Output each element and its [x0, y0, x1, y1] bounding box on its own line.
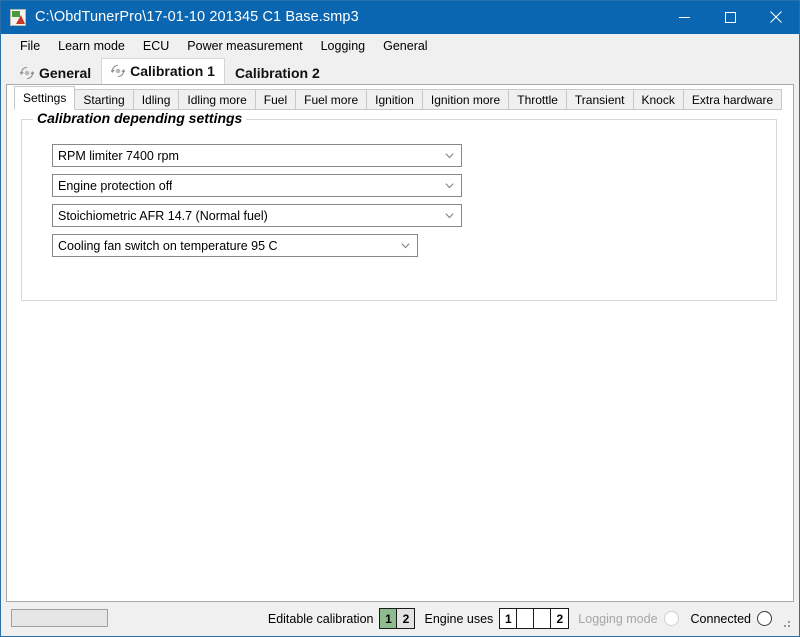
sub-tab-settings[interactable]: Settings — [14, 86, 76, 110]
editable-calibration-cell-1[interactable]: 1 — [380, 609, 398, 628]
engine-uses-cell-2[interactable] — [517, 609, 535, 628]
editable-calibration-indicator[interactable]: 1 2 — [379, 608, 416, 629]
menu-item-power-measurement[interactable]: Power measurement — [178, 36, 311, 56]
chevron-down-icon — [445, 213, 454, 219]
main-tab-general-label: General — [39, 65, 92, 81]
rpm-limiter-value: RPM limiter 7400 rpm — [58, 148, 179, 163]
close-button[interactable] — [753, 1, 799, 33]
rpm-limiter-select[interactable]: RPM limiter 7400 rpm — [52, 144, 462, 167]
status-indicators: Editable calibration 1 2 Engine uses 1 2… — [268, 602, 792, 635]
group-title: Calibration depending settings — [33, 110, 247, 126]
application-window: C:\ObdTunerPro\17-01-10 201345 C1 Base.s… — [0, 0, 800, 637]
connected-led — [757, 611, 772, 626]
menu-item-general[interactable]: General — [374, 36, 436, 56]
sub-tab-idling[interactable]: Idling — [132, 89, 180, 110]
menu-item-ecu[interactable]: ECU — [134, 36, 178, 56]
minimize-button[interactable] — [661, 1, 707, 33]
sub-tab-throttle[interactable]: Throttle — [508, 89, 567, 110]
logging-mode-label: Logging mode — [578, 611, 658, 626]
title-bar[interactable]: C:\ObdTunerPro\17-01-10 201345 C1 Base.s… — [1, 1, 799, 34]
engine-uses-cell-1[interactable]: 1 — [500, 609, 518, 628]
main-tab-calibration-2-label: Calibration 2 — [234, 65, 320, 81]
logging-mode-led — [663, 611, 679, 626]
maximize-button[interactable] — [707, 1, 753, 33]
menu-item-logging[interactable]: Logging — [312, 36, 375, 56]
sub-tab-fuel-more[interactable]: Fuel more — [295, 89, 368, 110]
maximize-icon — [724, 11, 736, 23]
sub-tab-ignition-more[interactable]: Ignition more — [421, 89, 510, 110]
stoich-afr-value: Stoichiometric AFR 14.7 (Normal fuel) — [58, 208, 268, 223]
content-panel: Settings Starting Idling Idling more Fue… — [6, 84, 794, 602]
sync-icon — [111, 64, 126, 77]
engine-protection-value: Engine protection off — [58, 178, 173, 193]
chevron-down-icon — [445, 153, 454, 159]
calibration-settings-group: Calibration depending settings RPM limit… — [21, 110, 777, 301]
sub-tab-idling-more[interactable]: Idling more — [178, 89, 256, 110]
sub-tab-bar: Settings Starting Idling Idling more Fue… — [7, 85, 793, 110]
engine-uses-label: Engine uses — [424, 611, 494, 626]
main-tab-bar: General Calibration 1 Calibration 2 — [2, 58, 798, 84]
main-tab-calibration-2[interactable]: Calibration 2 — [224, 61, 330, 84]
stoich-afr-select[interactable]: Stoichiometric AFR 14.7 (Normal fuel) — [52, 204, 462, 227]
editable-calibration-label: Editable calibration — [267, 611, 374, 626]
window-title: C:\ObdTunerPro\17-01-10 201345 C1 Base.s… — [35, 9, 359, 25]
sub-tab-knock[interactable]: Knock — [632, 89, 684, 110]
menu-item-file[interactable]: File — [11, 36, 49, 56]
resize-grip-icon[interactable] — [780, 617, 792, 629]
cooling-fan-value: Cooling fan switch on temperature 95 C — [58, 238, 278, 253]
main-tab-general[interactable]: General — [10, 61, 102, 84]
document-chart-icon — [10, 9, 26, 26]
sub-tab-ignition[interactable]: Ignition — [366, 89, 423, 110]
sub-tab-starting[interactable]: Starting — [74, 89, 134, 110]
chevron-down-icon — [445, 183, 454, 189]
sub-tab-extra-hardware[interactable]: Extra hardware — [682, 89, 783, 110]
sync-icon — [20, 66, 34, 80]
main-tab-calibration-1[interactable]: Calibration 1 — [101, 58, 225, 84]
menu-bar: File Learn mode ECU Power measurement Lo… — [2, 34, 798, 58]
connected-label: Connected — [690, 611, 751, 626]
engine-uses-cell-3[interactable] — [534, 609, 552, 628]
menu-item-learn-mode[interactable]: Learn mode — [49, 36, 134, 56]
minimize-icon — [678, 16, 690, 18]
engine-uses-cell-4[interactable]: 2 — [551, 609, 569, 628]
engine-protection-select[interactable]: Engine protection off — [52, 174, 462, 197]
engine-uses-indicator[interactable]: 1 2 — [499, 608, 570, 629]
sub-tab-fuel[interactable]: Fuel — [254, 89, 297, 110]
sub-tab-transient[interactable]: Transient — [565, 89, 634, 110]
progress-bar — [11, 609, 108, 627]
main-tab-calibration-1-label: Calibration 1 — [130, 62, 215, 79]
status-bar: Editable calibration 1 2 Engine uses 1 2… — [2, 602, 798, 635]
chevron-down-icon — [401, 243, 410, 249]
cooling-fan-select[interactable]: Cooling fan switch on temperature 95 C — [52, 234, 418, 257]
editable-calibration-cell-2[interactable]: 2 — [397, 609, 415, 628]
close-icon — [770, 11, 782, 23]
